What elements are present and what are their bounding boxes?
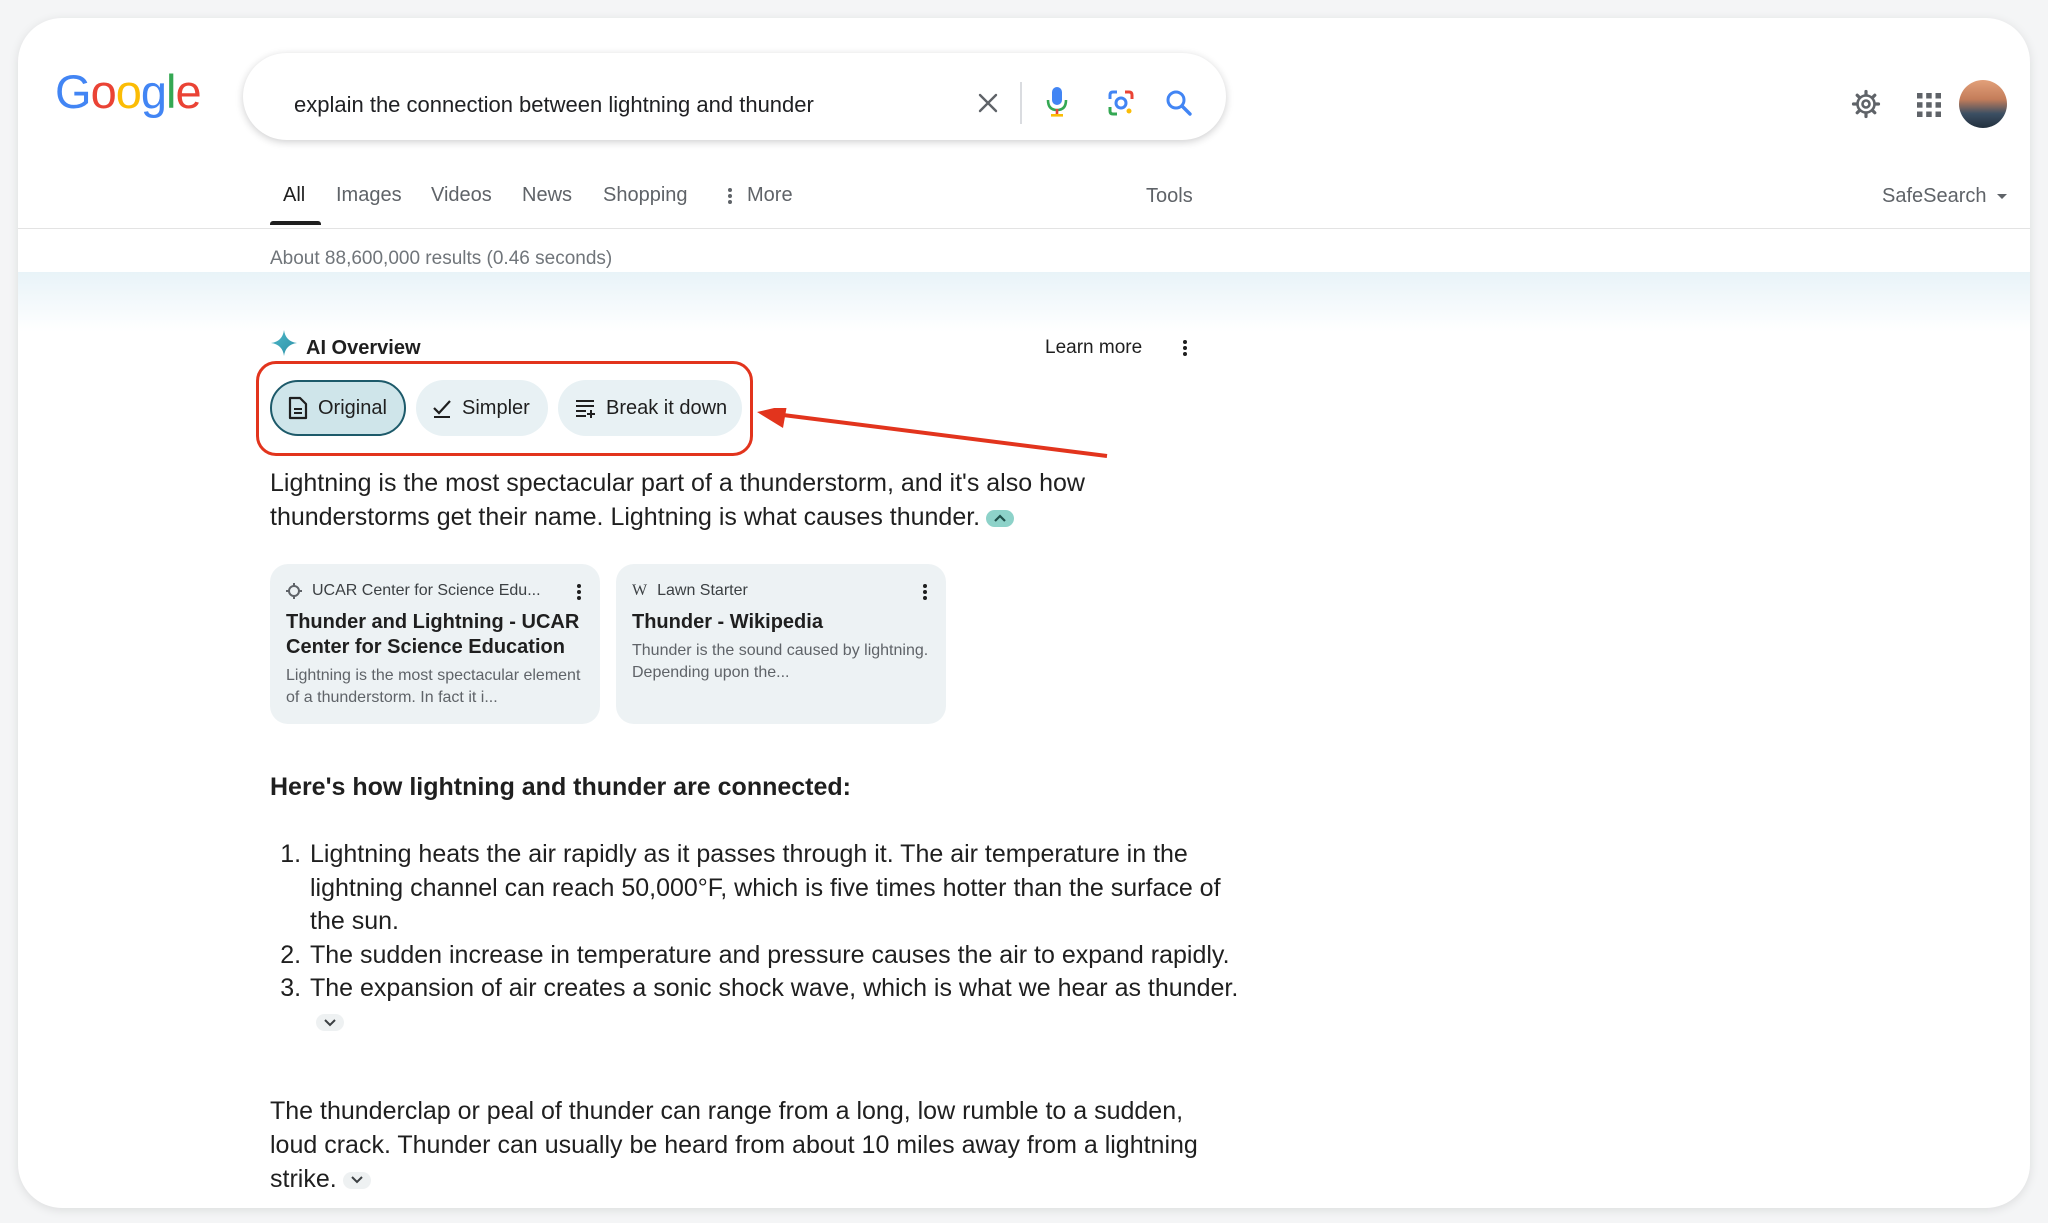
chevron-down-icon (350, 1176, 363, 1184)
ai-sparkle-icon (270, 329, 298, 357)
annotation-arrow (757, 408, 1108, 458)
ai-overview-title: AI Overview (306, 337, 421, 359)
steps-heading: Here's how lightning and thunder are con… (270, 773, 851, 801)
ucar-favicon-icon (286, 583, 302, 599)
source-snippet: Lightning is the most spectacular elemen… (286, 667, 581, 706)
more-vert-icon (728, 187, 732, 204)
expand-button[interactable] (342, 1171, 371, 1189)
ai-overview-intro: Lightning is the most spectacular part o… (270, 466, 1150, 534)
tab-more[interactable]: More (727, 184, 793, 207)
search-divider (1020, 82, 1022, 124)
result-stats: About 88,600,000 results (0.46 seconds) (270, 248, 613, 269)
settings-icon[interactable] (1850, 88, 1882, 120)
google-logo[interactable]: Google (55, 64, 202, 119)
avatar[interactable] (1959, 80, 2007, 128)
steps-list: Lightning heats the air rapidly as it pa… (270, 838, 1248, 1039)
source-title[interactable]: Thunder - Wikipedia (632, 610, 930, 635)
card-menu-icon[interactable] (922, 582, 928, 602)
ai-overview-closing: The thunderclap or peal of thunder can r… (270, 1094, 1230, 1196)
apps-icon[interactable] (1916, 92, 1942, 118)
tab-more-label: More (747, 184, 793, 206)
source-card[interactable]: UCAR Center for Science Edu... Thunder a… (270, 564, 600, 724)
closing-text: The thunderclap or peal of thunder can r… (270, 1097, 1198, 1193)
safesearch-label: SafeSearch (1882, 185, 1987, 207)
ai-overview-menu-icon[interactable] (1182, 338, 1188, 363)
source-site: W Lawn Starter (632, 582, 930, 600)
tabs-divider (18, 228, 2030, 229)
tab-all[interactable]: All (283, 184, 305, 207)
search-input[interactable]: explain the connection between lightning… (294, 92, 814, 118)
source-site-name: Lawn Starter (657, 582, 748, 599)
caret-down-icon (1996, 193, 2007, 199)
expand-button[interactable] (316, 1014, 344, 1032)
chevron-up-icon (994, 514, 1006, 523)
close-icon[interactable] (973, 88, 1003, 118)
active-tab-indicator (270, 221, 321, 225)
intro-text: Lightning is the most spectacular part o… (270, 469, 1085, 531)
list-item: The sudden increase in temperature and p… (308, 939, 1248, 973)
source-card[interactable]: W Lawn Starter Thunder - Wikipedia Thund… (616, 564, 946, 724)
annotation-highlight-box (256, 361, 753, 456)
search-icon[interactable] (1164, 88, 1194, 118)
card-menu-icon[interactable] (576, 582, 582, 602)
tab-videos[interactable]: Videos (431, 184, 492, 207)
collapse-sources-button[interactable] (986, 509, 1015, 527)
learn-more-link[interactable]: Learn more (1045, 337, 1142, 359)
ai-overview-band (18, 272, 2030, 332)
chevron-down-icon (324, 1019, 336, 1027)
source-site: UCAR Center for Science Edu... (286, 582, 584, 600)
lens-icon[interactable] (1106, 88, 1136, 118)
list-item: Lightning heats the air rapidly as it pa… (308, 838, 1248, 939)
source-snippet: Thunder is the sound caused by lightning… (632, 642, 929, 681)
source-site-name: UCAR Center for Science Edu... (312, 582, 541, 599)
wikipedia-favicon-icon: W (632, 582, 648, 599)
source-title[interactable]: Thunder and Lightning - UCAR Center for … (286, 610, 584, 660)
tab-news[interactable]: News (522, 184, 572, 207)
list-item: The expansion of air creates a sonic sho… (308, 972, 1248, 1039)
mic-icon[interactable] (1042, 84, 1072, 120)
tab-shopping[interactable]: Shopping (603, 184, 688, 207)
tab-images[interactable]: Images (336, 184, 402, 207)
browser-page: Google explain the connection between li… (18, 18, 2030, 1208)
safesearch-button[interactable]: SafeSearch (1882, 185, 2008, 208)
tools-button[interactable]: Tools (1146, 185, 1193, 208)
